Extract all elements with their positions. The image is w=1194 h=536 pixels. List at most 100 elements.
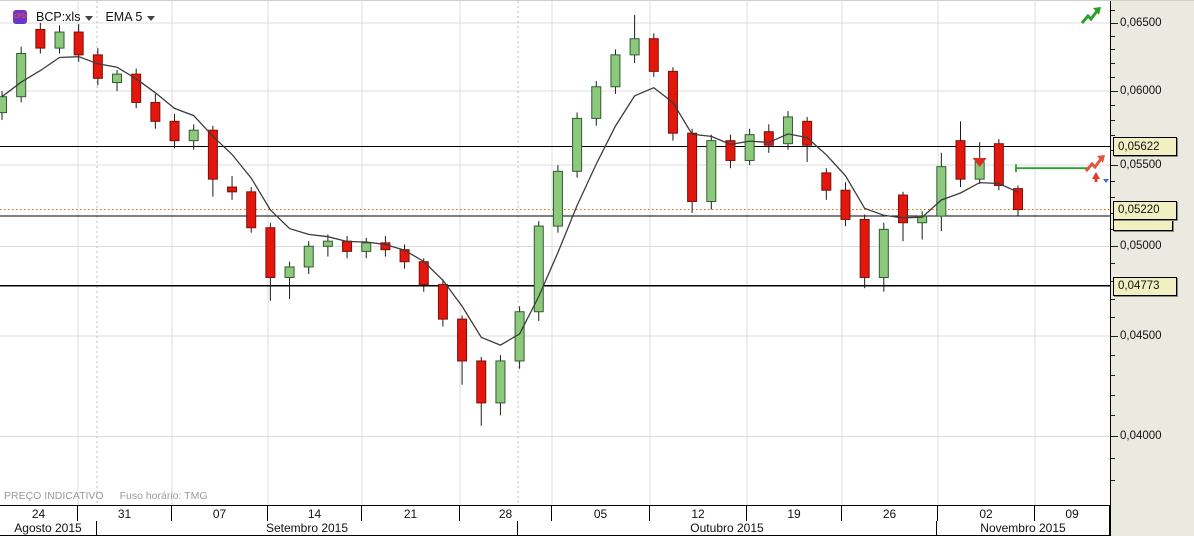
chevron-down-icon xyxy=(147,15,156,21)
minor-tick xyxy=(1111,180,1115,182)
candle-body xyxy=(188,129,199,142)
indicator-selector[interactable]: EMA 5 xyxy=(102,9,158,25)
minor-tick xyxy=(1111,298,1115,300)
candle-body xyxy=(610,54,621,88)
candle-body xyxy=(744,134,755,161)
major-tick xyxy=(1111,22,1118,24)
candle-body xyxy=(150,101,161,122)
symbol-label: BCP:xls xyxy=(36,10,81,24)
week-label-cell: 12 xyxy=(650,506,747,521)
minor-tick xyxy=(1111,317,1115,319)
price-axis-label: 0,05500 xyxy=(1120,159,1162,172)
week-label-cell: 09 xyxy=(1035,506,1110,521)
candle-body xyxy=(322,240,333,247)
candle-body xyxy=(552,170,563,227)
candle-body xyxy=(16,53,27,98)
growth-arrow-icon[interactable] xyxy=(1081,7,1103,27)
price-axis[interactable]: 0,06500 0,06000 0,05500 0,05000 0,04500 0,040… xyxy=(1110,1,1194,536)
minor-tick xyxy=(1111,9,1115,11)
minor-tick xyxy=(1111,36,1115,38)
price-axis-label: 0,04500 xyxy=(1120,329,1162,342)
candle-body xyxy=(265,227,276,278)
week-label-cell: 05 xyxy=(552,506,650,521)
week-label-cell: 07 xyxy=(172,506,268,521)
minor-tick xyxy=(1111,76,1115,78)
month-label-cell: Novembro 2015 xyxy=(937,521,1110,535)
indicator-label: EMA 5 xyxy=(105,10,143,24)
candle-body xyxy=(648,38,659,72)
timezone-label: Fuso horário: TMG xyxy=(119,490,208,502)
candle-body xyxy=(955,140,966,180)
candle-body xyxy=(207,129,218,180)
cfd-badge: CFD xyxy=(13,10,27,24)
candle-body xyxy=(897,194,908,224)
candle-body xyxy=(763,131,774,146)
candle-body xyxy=(112,73,123,84)
major-tick xyxy=(1111,165,1118,167)
minor-tick xyxy=(1111,355,1115,357)
price-axis-label: 0,06000 xyxy=(1120,85,1162,97)
minor-tick xyxy=(1111,415,1115,417)
week-label-cell: 19 xyxy=(747,506,842,521)
candle-body xyxy=(303,245,314,268)
candle-body xyxy=(35,28,46,49)
month-label-cell: Agosto 2015 xyxy=(0,521,97,535)
candle-body xyxy=(936,166,947,217)
minor-tick xyxy=(1111,119,1115,121)
symbol-selector[interactable]: BCP:xls xyxy=(33,9,96,25)
candlestick-chart[interactable] xyxy=(0,1,1110,505)
week-label-cell: 24 xyxy=(0,506,78,521)
candle-body xyxy=(476,360,487,404)
candle-body xyxy=(533,225,544,313)
candle-body xyxy=(802,120,813,146)
candle-body xyxy=(0,96,7,114)
minor-tick xyxy=(1111,479,1115,481)
major-tick xyxy=(1111,436,1118,438)
candle-body xyxy=(92,54,103,79)
candle-body xyxy=(73,31,84,56)
chart-header: CFD BCP:xls EMA 5 xyxy=(13,9,158,25)
price-axis-label: 0,06500 xyxy=(1120,16,1162,29)
minor-tick xyxy=(1111,134,1115,136)
footer-note: PREÇO INDICATIVO Fuso horário: TMG xyxy=(4,490,208,502)
minor-tick xyxy=(1111,457,1115,459)
minor-tick xyxy=(1111,394,1115,396)
candle-body xyxy=(878,228,889,278)
minor-tick xyxy=(1111,263,1115,265)
candle-body xyxy=(706,140,717,202)
candle-body xyxy=(821,172,832,191)
candle-body xyxy=(342,240,353,252)
caret-down-icon xyxy=(1103,179,1109,183)
indicator-handle-icon[interactable] xyxy=(1085,155,1111,185)
price-tag: 0,05220 xyxy=(1113,200,1177,220)
week-label-cell: 14 xyxy=(268,506,362,521)
indicative-price-label: PREÇO INDICATIVO xyxy=(4,490,104,502)
price-tag-hidden xyxy=(1113,218,1173,231)
major-tick xyxy=(1111,91,1118,92)
minor-tick xyxy=(1111,105,1115,107)
axis-corner xyxy=(1110,505,1194,536)
major-tick xyxy=(1111,335,1118,337)
minor-tick xyxy=(1111,49,1115,51)
price-tag: 0,05622 xyxy=(1113,137,1177,157)
time-axis-months[interactable]: Agosto 2015 Setembro 2015 Outubro 2015 Nove… xyxy=(0,521,1110,536)
candle-body xyxy=(629,38,640,56)
candle-body xyxy=(284,266,295,278)
candle-body xyxy=(169,120,180,142)
week-label-cell: 26 xyxy=(842,506,938,521)
chevron-down-icon xyxy=(85,15,94,21)
candle-body xyxy=(54,31,65,49)
ema-line xyxy=(1,56,1019,346)
month-label-cell: Outubro 2015 xyxy=(518,521,937,535)
price-axis-label: 0,04000 xyxy=(1120,430,1162,443)
candle-body xyxy=(591,86,602,119)
price-axis-label: 0,05000 xyxy=(1120,240,1162,253)
week-label-cell: 31 xyxy=(78,506,172,521)
candle-body xyxy=(572,117,583,172)
candle-body xyxy=(227,186,238,193)
candle-body xyxy=(246,191,257,229)
major-tick xyxy=(1111,246,1118,248)
candle-body xyxy=(840,189,851,220)
trading-chart-window: CFD BCP:xls EMA 5 0,06500 0,06000 0,05500 0… xyxy=(0,0,1194,536)
time-axis-weeks[interactable]: 24 31 07 14 21 28 05 12 19 26 02 09 xyxy=(0,505,1110,522)
